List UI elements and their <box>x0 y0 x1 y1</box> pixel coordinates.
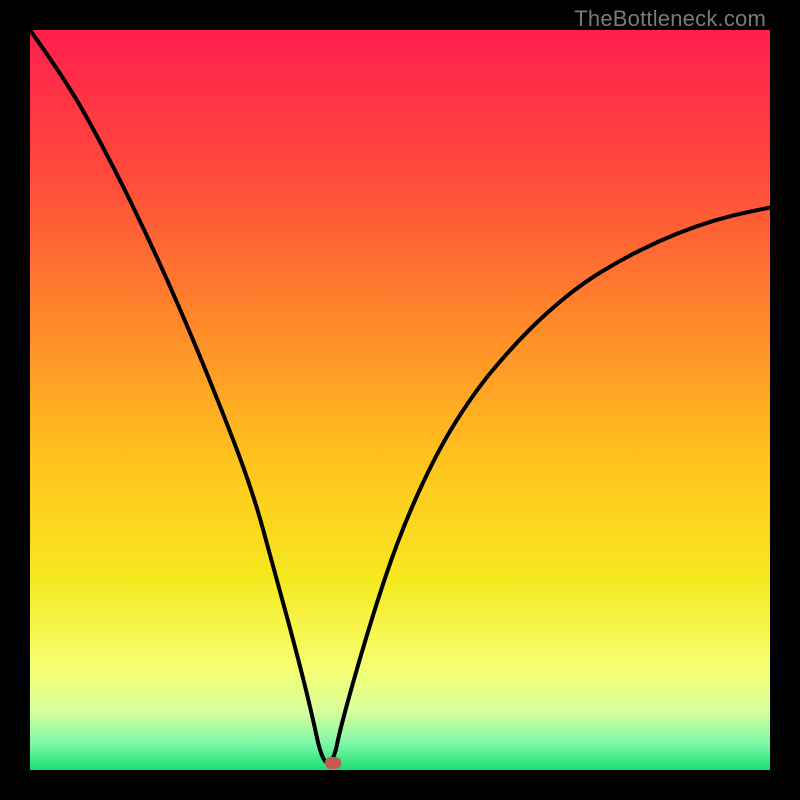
plot-area <box>30 30 770 770</box>
bottleneck-curve <box>30 30 770 763</box>
watermark-text: TheBottleneck.com <box>574 6 766 32</box>
optimum-marker <box>325 757 341 769</box>
curve-layer <box>30 30 770 770</box>
chart-frame: TheBottleneck.com <box>0 0 800 800</box>
